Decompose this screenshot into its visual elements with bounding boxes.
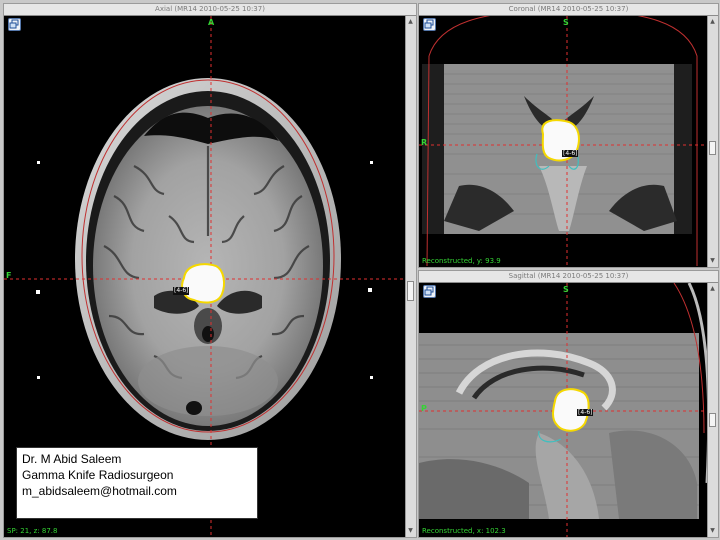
arrow-down-icon[interactable]: ▼: [709, 257, 716, 265]
window-restore-icon[interactable]: [423, 285, 436, 298]
sagittal-image-viewport[interactable]: S P [4-6] Reconstructed, x: 102.3: [419, 283, 708, 537]
author-email: m_abidsaleem@hotmail.com: [22, 484, 177, 498]
sagittal-scroll-thumb[interactable]: [709, 413, 716, 427]
coronal-view-panel: Coronal (MR14 2010-05-25 10:37) S R [4-6…: [418, 3, 719, 268]
sagittal-orientation-left: P: [421, 404, 427, 413]
coronal-image-viewport[interactable]: S R [4-6] Reconstructed, y: 93.9: [419, 16, 708, 267]
arrow-down-icon[interactable]: ▼: [407, 527, 414, 535]
axial-target-label: [4-6]: [174, 287, 189, 294]
sagittal-orientation-top: S: [563, 285, 569, 294]
axial-target-contour[interactable]: [181, 263, 225, 304]
window-restore-icon[interactable]: [423, 18, 436, 31]
coronal-view-title: Coronal (MR14 2010-05-25 10:37): [419, 4, 718, 16]
sagittal-view-title: Sagittal (MR14 2010-05-25 10:37): [419, 271, 718, 283]
coronal-status-text: Reconstructed, y: 93.9: [422, 257, 501, 265]
coronal-scrollbar[interactable]: ▲ ▼: [707, 16, 718, 267]
coronal-target-label: [4-6]: [563, 150, 578, 157]
axial-scroll-thumb[interactable]: [407, 281, 414, 301]
arrow-down-icon[interactable]: ▼: [709, 527, 716, 535]
arrow-up-icon[interactable]: ▲: [407, 18, 414, 26]
coronal-scroll-thumb[interactable]: [709, 141, 716, 155]
window-restore-icon[interactable]: [8, 18, 21, 31]
sagittal-mri-image: [419, 283, 708, 537]
arrow-up-icon[interactable]: ▲: [709, 18, 716, 26]
arrow-up-icon[interactable]: ▲: [709, 285, 716, 293]
axial-status-text: SP: 21, z: 87.8: [7, 527, 58, 535]
sagittal-view-panel: Sagittal (MR14 2010-05-25 10:37) S P [4-…: [418, 270, 719, 538]
axial-view-title: Axial (MR14 2010-05-25 10:37): [4, 4, 416, 16]
sagittal-target-label: [4-6]: [578, 409, 593, 416]
author-name: Dr. M Abid Saleem: [22, 452, 122, 466]
sagittal-scrollbar[interactable]: ▲ ▼: [707, 283, 718, 537]
axial-scrollbar[interactable]: ▲ ▼: [405, 16, 416, 537]
coronal-mri-image: [419, 16, 708, 267]
coronal-orientation-top: S: [563, 18, 569, 27]
axial-orientation-left: F: [6, 271, 12, 280]
author-role: Gamma Knife Radiosurgeon: [22, 468, 174, 482]
sagittal-status-text: Reconstructed, x: 102.3: [422, 527, 506, 535]
coronal-orientation-left: R: [421, 138, 428, 147]
author-info-box: Dr. M Abid Saleem Gamma Knife Radiosurge…: [16, 447, 258, 519]
axial-orientation-top: A: [208, 18, 215, 27]
